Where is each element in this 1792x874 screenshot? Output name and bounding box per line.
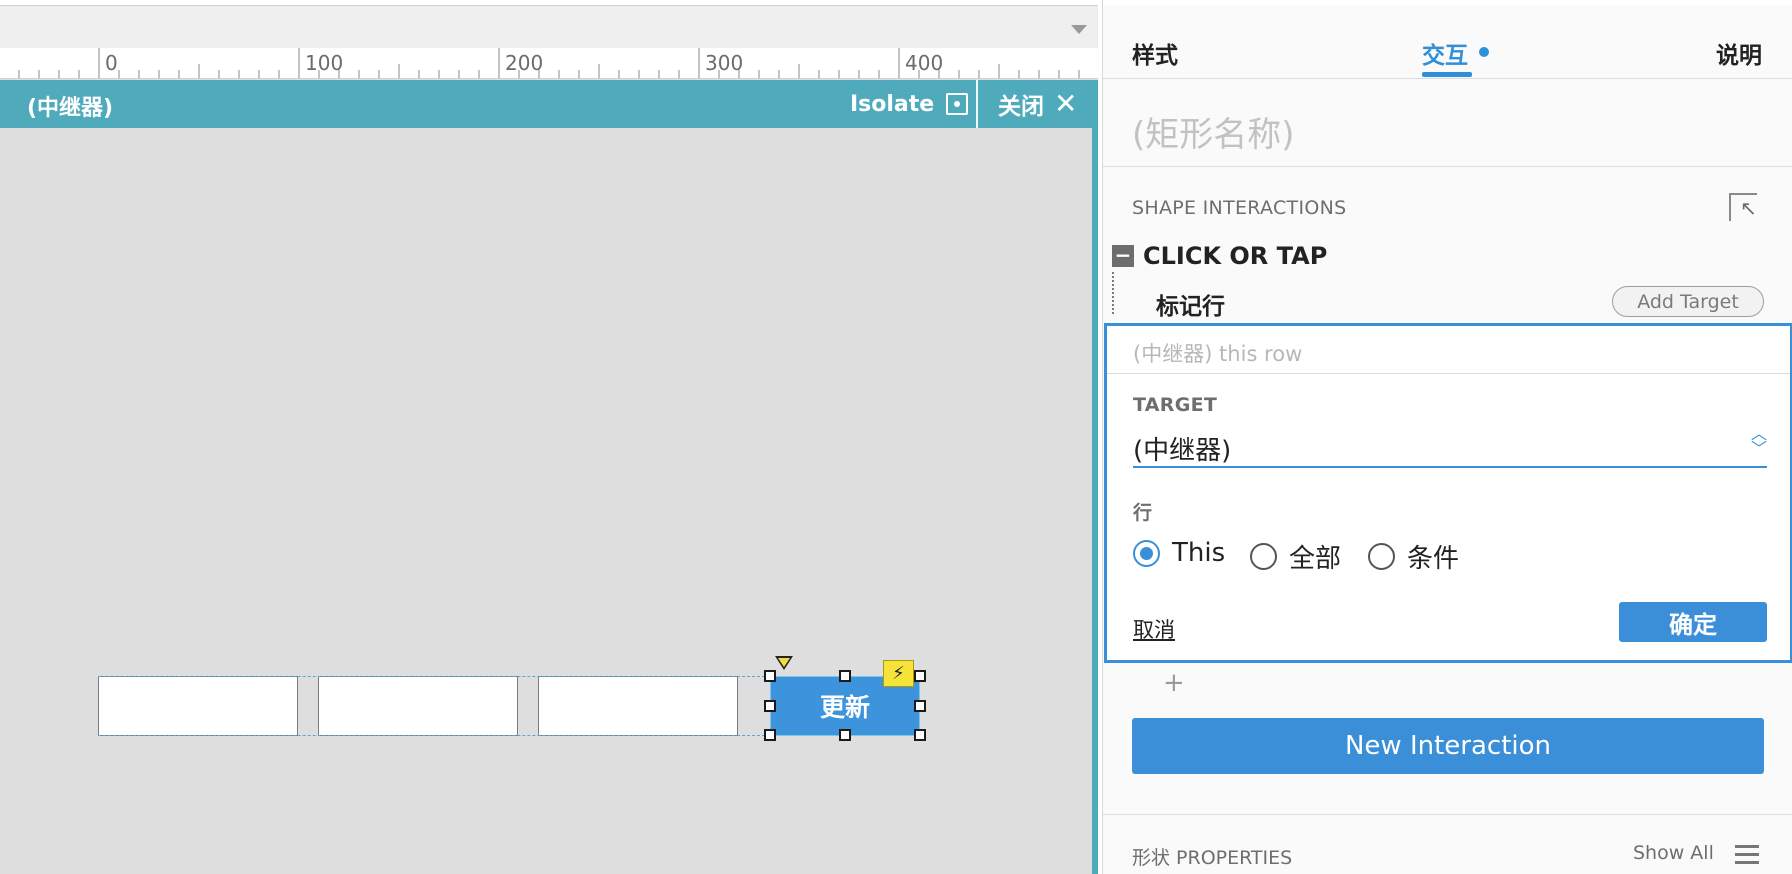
- target-underline: [1133, 466, 1767, 468]
- resize-handle[interactable]: [914, 670, 926, 682]
- radio-label: 条件: [1407, 544, 1460, 574]
- active-tab-underline: [1422, 72, 1472, 77]
- ruler-label: 200: [505, 51, 544, 75]
- tree-connector: [1112, 272, 1114, 314]
- toolbar-dropdown-icon[interactable]: [1071, 25, 1087, 34]
- canvas-area: 0 100 200 300 400 (中继器) Isolate 关闭 ✕ 更新 …: [0, 0, 1098, 874]
- text-field-cell[interactable]: [98, 676, 298, 736]
- lightning-icon[interactable]: ⚡: [883, 660, 914, 687]
- target-label: TARGET: [1133, 394, 1218, 416]
- radio-label: This: [1172, 538, 1226, 568]
- close-label: 关闭: [998, 94, 1044, 120]
- new-interaction-button[interactable]: New Interaction: [1132, 718, 1764, 774]
- titlebar-divider: [976, 80, 978, 128]
- shape-interactions-heading: SHAPE INTERACTIONS: [1132, 197, 1347, 219]
- tab-style[interactable]: 样式: [1132, 36, 1178, 70]
- repeater-edge: [1092, 80, 1098, 874]
- row-guide: [98, 676, 770, 677]
- resize-handle[interactable]: [914, 729, 926, 741]
- ruler-label: 400: [905, 51, 944, 75]
- app-window: 0 100 200 300 400 (中继器) Isolate 关闭 ✕ 更新 …: [0, 0, 1792, 874]
- text-field-cell[interactable]: [538, 676, 738, 736]
- cancel-link[interactable]: 取消: [1133, 614, 1175, 644]
- isolate-label: Isolate: [850, 91, 935, 117]
- radio-label: 全部: [1289, 544, 1342, 574]
- radio-selected-icon: [1133, 539, 1160, 567]
- horizontal-ruler: 0 100 200 300 400: [0, 48, 1098, 79]
- design-stage[interactable]: [0, 128, 1092, 874]
- select-cursor-icon[interactable]: [1729, 193, 1757, 221]
- ok-button[interactable]: 确定: [1619, 602, 1767, 642]
- ruler-label: 0: [105, 51, 118, 75]
- tab-notes[interactable]: 说明: [1716, 36, 1762, 70]
- resize-handle[interactable]: [839, 729, 851, 741]
- text-field-cell[interactable]: [318, 676, 518, 736]
- resize-handle[interactable]: [764, 670, 776, 682]
- divider: [1107, 373, 1790, 374]
- tab-indicator-dot: [1479, 47, 1489, 57]
- add-action-icon[interactable]: +: [1163, 668, 1185, 698]
- show-all-link[interactable]: Show All: [1633, 842, 1714, 864]
- ruler-label: 100: [305, 51, 344, 75]
- radio-this[interactable]: This: [1133, 538, 1225, 568]
- select-arrows-icon[interactable]: ︿ ﹀: [1750, 426, 1768, 460]
- isolate-icon: [946, 93, 969, 115]
- shape-properties-heading: 形状 PROPERTIES: [1132, 847, 1293, 869]
- repeater-title: (中继器): [27, 96, 114, 121]
- shape-name-field[interactable]: (矩形名称): [1132, 107, 1295, 156]
- inspector-tabs: 样式 交互 说明: [1103, 6, 1792, 79]
- resize-handle[interactable]: [764, 700, 776, 712]
- divider: [1103, 166, 1792, 167]
- lightning-glyph: ⚡: [892, 663, 905, 684]
- menu-icon[interactable]: [1735, 845, 1759, 864]
- isolate-button[interactable]: Isolate: [850, 80, 969, 128]
- event-name[interactable]: CLICK OR TAP: [1143, 242, 1327, 270]
- collapse-icon[interactable]: −: [1112, 245, 1134, 267]
- radio-icon: [1368, 543, 1395, 570]
- ruler-label: 300: [705, 51, 744, 75]
- target-select[interactable]: (中继器): [1133, 430, 1231, 467]
- row-guide: [98, 735, 770, 736]
- row-label: 行: [1133, 502, 1153, 524]
- tab-interactions[interactable]: 交互: [1422, 36, 1468, 70]
- resize-handle[interactable]: [914, 700, 926, 712]
- add-target-button[interactable]: Add Target: [1612, 286, 1764, 317]
- radio-all[interactable]: 全部: [1250, 538, 1341, 575]
- resize-handle[interactable]: [839, 670, 851, 682]
- marker-triangle-icon: [775, 656, 793, 670]
- chevron-down-icon: ﹀: [1750, 439, 1767, 458]
- resize-handle[interactable]: [764, 729, 776, 741]
- action-summary: (中继器) this row: [1133, 342, 1303, 366]
- action-name[interactable]: 标记行: [1156, 287, 1225, 321]
- repeater-edit-bar: (中继器) Isolate 关闭 ✕: [0, 80, 1098, 128]
- close-button[interactable]: 关闭 ✕: [998, 80, 1077, 128]
- inspector-panel: 样式 交互 说明 (矩形名称) SHAPE INTERACTIONS − CLI…: [1102, 0, 1792, 874]
- radio-icon: [1250, 543, 1277, 570]
- radio-condition[interactable]: 条件: [1368, 538, 1459, 575]
- action-editor: (中继器) this row TARGET (中继器) ︿ ﹀ 行 This 全…: [1104, 323, 1792, 663]
- canvas-toolbar: [0, 6, 1098, 48]
- close-icon: ✕: [1054, 87, 1078, 120]
- update-button-label: 更新: [819, 693, 870, 722]
- divider: [1103, 814, 1792, 815]
